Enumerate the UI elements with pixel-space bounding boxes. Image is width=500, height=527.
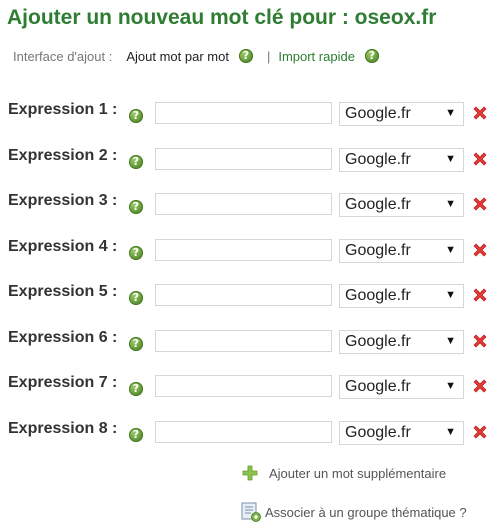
document-add-icon xyxy=(241,502,261,522)
help-icon[interactable]: ? xyxy=(129,155,143,169)
input-mode-bar: Interface d'ajout : Ajout mot par mot ? … xyxy=(13,47,379,65)
mode-word-by-word: Ajout mot par mot xyxy=(126,48,229,64)
search-engine-select[interactable]: Google.fr ▼ xyxy=(339,239,464,263)
expression-input[interactable] xyxy=(155,421,332,443)
dropdown-arrow-icon: ▼ xyxy=(445,107,456,119)
add-word-label: Ajouter un mot supplémentaire xyxy=(269,465,447,481)
delete-x-icon[interactable] xyxy=(471,241,489,259)
dropdown-arrow-icon: ▼ xyxy=(445,380,456,392)
expression-row: Expression 1 :? Google.fr ▼ xyxy=(0,101,500,127)
associate-group-label: Associer à un groupe thématique ? xyxy=(265,504,467,520)
delete-x-icon[interactable] xyxy=(471,377,489,395)
help-icon[interactable]: ? xyxy=(129,246,143,260)
help-icon[interactable]: ? xyxy=(364,49,379,63)
delete-x-icon[interactable] xyxy=(471,423,489,441)
help-icon[interactable]: ? xyxy=(129,109,143,123)
expression-label: Expression 6 : xyxy=(8,329,118,346)
search-engine-value: Google.fr xyxy=(345,105,411,122)
expression-label: Expression 8 : xyxy=(8,420,118,437)
search-engine-select[interactable]: Google.fr ▼ xyxy=(339,102,464,126)
search-engine-value: Google.fr xyxy=(345,151,411,168)
page-title: Ajouter un nouveau mot clé pour : oseox.… xyxy=(7,6,437,29)
expression-row: Expression 7 :? Google.fr ▼ xyxy=(0,374,500,400)
expression-input[interactable] xyxy=(155,330,332,352)
expression-input[interactable] xyxy=(155,284,332,306)
expression-input[interactable] xyxy=(155,239,332,261)
expression-row: Expression 8 :? Google.fr ▼ xyxy=(0,420,500,446)
separator: | xyxy=(266,48,271,64)
search-engine-select[interactable]: Google.fr ▼ xyxy=(339,284,464,308)
expression-row: Expression 4 :? Google.fr ▼ xyxy=(0,238,500,264)
delete-x-icon[interactable] xyxy=(471,286,489,304)
expression-label: Expression 5 : xyxy=(8,283,118,300)
add-word-button[interactable]: Ajouter un mot supplémentaire xyxy=(241,463,446,483)
expression-row: Expression 5 :? Google.fr ▼ xyxy=(0,283,500,309)
search-engine-select[interactable]: Google.fr ▼ xyxy=(339,375,464,399)
help-icon[interactable]: ? xyxy=(129,337,143,351)
delete-x-icon[interactable] xyxy=(471,195,489,213)
search-engine-value: Google.fr xyxy=(345,378,411,395)
expression-label: Expression 4 : xyxy=(8,238,118,255)
delete-x-icon[interactable] xyxy=(471,332,489,350)
dropdown-arrow-icon: ▼ xyxy=(445,426,456,438)
dropdown-arrow-icon: ▼ xyxy=(445,153,456,165)
expression-input[interactable] xyxy=(155,102,332,124)
dropdown-arrow-icon: ▼ xyxy=(445,289,456,301)
expression-label: Expression 3 : xyxy=(8,192,118,209)
expression-input[interactable] xyxy=(155,193,332,215)
delete-x-icon[interactable] xyxy=(471,150,489,168)
help-icon[interactable]: ? xyxy=(129,428,143,442)
help-icon[interactable]: ? xyxy=(129,200,143,214)
help-icon[interactable]: ? xyxy=(129,382,143,396)
expression-label: Expression 7 : xyxy=(8,374,118,391)
expression-row: Expression 6 :? Google.fr ▼ xyxy=(0,329,500,355)
expression-label: Expression 1 : xyxy=(8,101,118,118)
search-engine-value: Google.fr xyxy=(345,333,411,350)
search-engine-select[interactable]: Google.fr ▼ xyxy=(339,148,464,172)
search-engine-select[interactable]: Google.fr ▼ xyxy=(339,421,464,445)
help-icon[interactable]: ? xyxy=(129,291,143,305)
plus-icon xyxy=(242,465,258,481)
dropdown-arrow-icon: ▼ xyxy=(445,335,456,347)
dropdown-arrow-icon: ▼ xyxy=(445,198,456,210)
quick-import-link[interactable]: Import rapide xyxy=(278,49,355,64)
dropdown-arrow-icon: ▼ xyxy=(445,244,456,256)
expression-row: Expression 3 :? Google.fr ▼ xyxy=(0,192,500,218)
search-engine-value: Google.fr xyxy=(345,287,411,304)
help-icon[interactable]: ? xyxy=(238,49,253,63)
delete-x-icon[interactable] xyxy=(471,104,489,122)
search-engine-value: Google.fr xyxy=(345,424,411,441)
expression-input[interactable] xyxy=(155,148,332,170)
input-mode-label: Interface d'ajout : xyxy=(13,48,113,64)
search-engine-value: Google.fr xyxy=(345,196,411,213)
expression-label: Expression 2 : xyxy=(8,147,118,164)
search-engine-select[interactable]: Google.fr ▼ xyxy=(339,330,464,354)
expression-row: Expression 2 :? Google.fr ▼ xyxy=(0,147,500,173)
search-engine-value: Google.fr xyxy=(345,242,411,259)
associate-group-link[interactable]: Associer à un groupe thématique ? xyxy=(241,501,467,523)
expression-input[interactable] xyxy=(155,375,332,397)
search-engine-select[interactable]: Google.fr ▼ xyxy=(339,193,464,217)
